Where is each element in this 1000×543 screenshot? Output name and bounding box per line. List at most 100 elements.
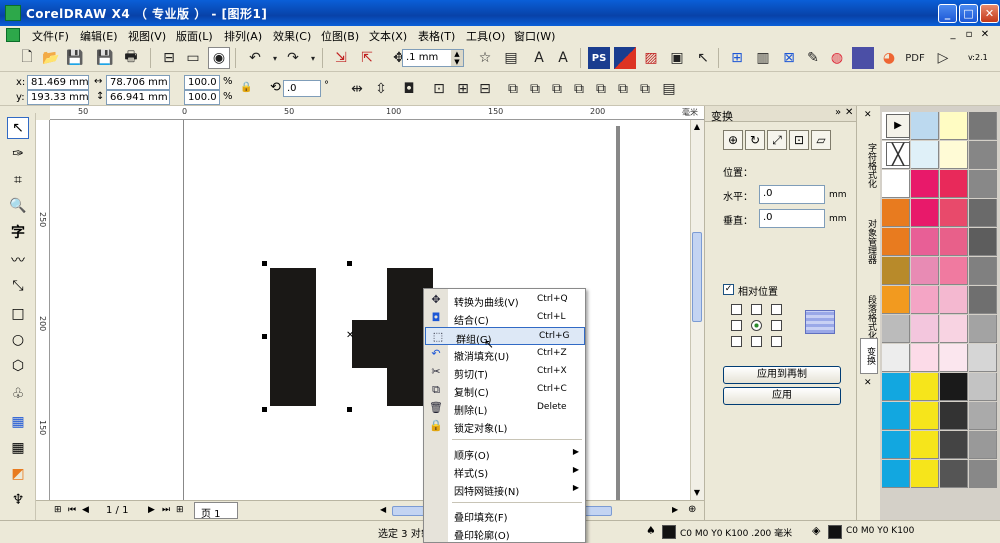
simplify-icon[interactable]: ⧉ xyxy=(568,78,590,100)
open-icon[interactable]: 📂 xyxy=(40,47,62,69)
anchor-top-right[interactable] xyxy=(771,304,782,315)
color-swatch[interactable] xyxy=(882,199,910,227)
color-swatch[interactable] xyxy=(969,373,997,401)
color-swatch[interactable] xyxy=(911,315,939,343)
menu-effects[interactable]: 效果(C) xyxy=(273,28,311,44)
menu-edit[interactable]: 编辑(E) xyxy=(80,28,118,44)
table-tool-icon[interactable]: ▦ xyxy=(7,437,29,459)
color-swatch[interactable] xyxy=(911,170,939,198)
fill-color-swatch[interactable] xyxy=(662,525,676,539)
height-input[interactable]: 66.941 mm xyxy=(106,90,170,105)
color-swatch[interactable] xyxy=(969,402,997,430)
no-fill-swatch[interactable]: ╳ xyxy=(886,142,910,166)
page-icon[interactable]: ▭ xyxy=(182,47,204,69)
intersect-icon[interactable]: ⧉ xyxy=(546,78,568,100)
menu-arrange[interactable]: 排列(A) xyxy=(224,28,262,44)
ungroup-icon[interactable]: ⊞ xyxy=(452,78,474,100)
trace-icon[interactable]: ▨ xyxy=(640,47,662,69)
print-icon[interactable]: 🖶 xyxy=(120,47,142,69)
x-position-input[interactable]: 81.469 mm xyxy=(27,75,89,90)
color-swatch[interactable] xyxy=(911,431,939,459)
import-icon[interactable]: ⊟ xyxy=(158,47,180,69)
color-swatch[interactable] xyxy=(940,141,968,169)
text-envelope-icon[interactable]: A xyxy=(552,47,574,69)
palette-scroll-icon[interactable]: ▶ xyxy=(886,114,910,138)
previous-page-icon[interactable]: ◀ xyxy=(82,505,89,515)
menu-item-copy[interactable]: ⧉ 复制(C) Ctrl+C xyxy=(424,381,585,399)
color-swatch[interactable] xyxy=(969,315,997,343)
rotation-input[interactable]: .0 xyxy=(283,80,321,97)
trim-icon[interactable]: ⧉ xyxy=(524,78,546,100)
size-mode-icon[interactable]: ⊡ xyxy=(789,130,809,150)
color-swatch[interactable] xyxy=(882,460,910,488)
navigator-icon[interactable]: ⊕ xyxy=(688,504,696,515)
scale-x-input[interactable]: 100.0 xyxy=(184,75,220,90)
mirror-vertical-icon[interactable]: ⇳ xyxy=(370,78,392,100)
object-manager-icon[interactable]: ▥ xyxy=(752,47,774,69)
rotate-mode-icon[interactable]: ↻ xyxy=(745,130,765,150)
lock-ratio-icon[interactable]: 🔒 xyxy=(240,82,252,93)
color-swatch[interactable] xyxy=(940,315,968,343)
play-icon[interactable]: ▷ xyxy=(932,47,954,69)
save-icon[interactable]: 💾 xyxy=(64,47,86,69)
color-swatch[interactable] xyxy=(969,199,997,227)
corel-capture-icon[interactable]: ▣ xyxy=(666,47,688,69)
front-minus-back-icon[interactable]: ⧉ xyxy=(590,78,612,100)
pdf-icon[interactable]: PDF xyxy=(904,47,926,69)
menu-tools[interactable]: 工具(O) xyxy=(466,28,505,44)
color-swatch[interactable] xyxy=(911,228,939,256)
group-icon[interactable]: ⊡ xyxy=(428,78,450,100)
vertical-ruler[interactable]: 250 200 150 xyxy=(36,120,50,500)
mdi-minimize-button[interactable]: _ xyxy=(946,28,960,42)
color-swatch[interactable] xyxy=(911,199,939,227)
menu-item-order[interactable]: 顺序(O) ▶ xyxy=(424,444,585,462)
horizontal-input[interactable]: .0 xyxy=(759,185,825,204)
smart-fill-tool-icon[interactable]: ⤡ xyxy=(7,275,29,297)
color-swatch[interactable] xyxy=(911,460,939,488)
maximize-button[interactable]: □ xyxy=(959,4,978,23)
add-page-after-icon[interactable]: ⊞ xyxy=(176,505,184,515)
vertical-input[interactable]: .0 xyxy=(759,209,825,228)
anchor-bottom-left[interactable] xyxy=(731,336,742,347)
pen-icon[interactable]: ✎ xyxy=(802,47,824,69)
color-swatch[interactable] xyxy=(969,460,997,488)
polygon-tool-icon[interactable]: ⬡ xyxy=(7,355,29,377)
menu-item-delete[interactable]: 🗑 删除(L) Delete xyxy=(424,399,585,417)
color-swatch[interactable] xyxy=(940,257,968,285)
new-icon[interactable]: 🗋 xyxy=(16,47,38,69)
page-tab[interactable]: 页 1 xyxy=(194,502,238,520)
color-swatch[interactable] xyxy=(940,373,968,401)
menu-item-group[interactable]: ⬚ 群组(G) Ctrl+G xyxy=(425,327,585,346)
undo-icon[interactable]: ↶ xyxy=(244,47,266,69)
color-swatch[interactable] xyxy=(882,170,910,198)
menu-item-undo-fill[interactable]: ↶ 撤消填充(U) Ctrl+Z xyxy=(424,345,585,363)
color-swatch[interactable] xyxy=(940,170,968,198)
ellipse-tool-icon[interactable]: ○ xyxy=(7,329,29,351)
color-swatch[interactable] xyxy=(940,199,968,227)
scroll-right-icon[interactable]: ▶ xyxy=(672,505,678,514)
color-swatch[interactable] xyxy=(940,460,968,488)
color-swatch[interactable] xyxy=(969,257,997,285)
save-as-icon[interactable]: 💾 xyxy=(94,47,116,69)
menu-item-combine[interactable]: ◘ 结合(C) Ctrl+L xyxy=(424,309,585,327)
text-tool-icon[interactable]: 字 xyxy=(7,221,29,243)
add-page-icon[interactable]: ⊞ xyxy=(726,47,748,69)
menu-file[interactable]: 文件(F) xyxy=(32,28,69,44)
photoshop-icon[interactable]: PS xyxy=(588,47,610,69)
crop-tool-icon[interactable]: ⌗ xyxy=(7,169,29,191)
horizontal-ruler[interactable]: 50 0 50 100 150 200 毫米 xyxy=(50,106,704,120)
width-input[interactable]: 78.706 mm xyxy=(106,75,170,90)
scale-mode-icon[interactable]: ⤢ xyxy=(767,130,787,150)
mdi-close-button[interactable]: ✕ xyxy=(978,28,992,42)
color-swatch[interactable] xyxy=(969,344,997,372)
color-swatch[interactable] xyxy=(911,344,939,372)
scroll-down-icon[interactable]: ▼ xyxy=(692,488,702,498)
redo-icon[interactable]: ↷ xyxy=(282,47,304,69)
text-frame-icon[interactable]: A xyxy=(528,47,550,69)
align-distribute-icon[interactable]: ▤ xyxy=(658,78,680,100)
scroll-left-icon[interactable]: ◀ xyxy=(380,505,386,514)
nudge-distance-input[interactable]: .1 mm ▲ ▼ xyxy=(402,49,464,67)
tabs-close-icon[interactable]: ✕ xyxy=(864,110,872,120)
color-swatch[interactable] xyxy=(940,112,968,140)
menu-window[interactable]: 窗口(W) xyxy=(514,28,555,44)
